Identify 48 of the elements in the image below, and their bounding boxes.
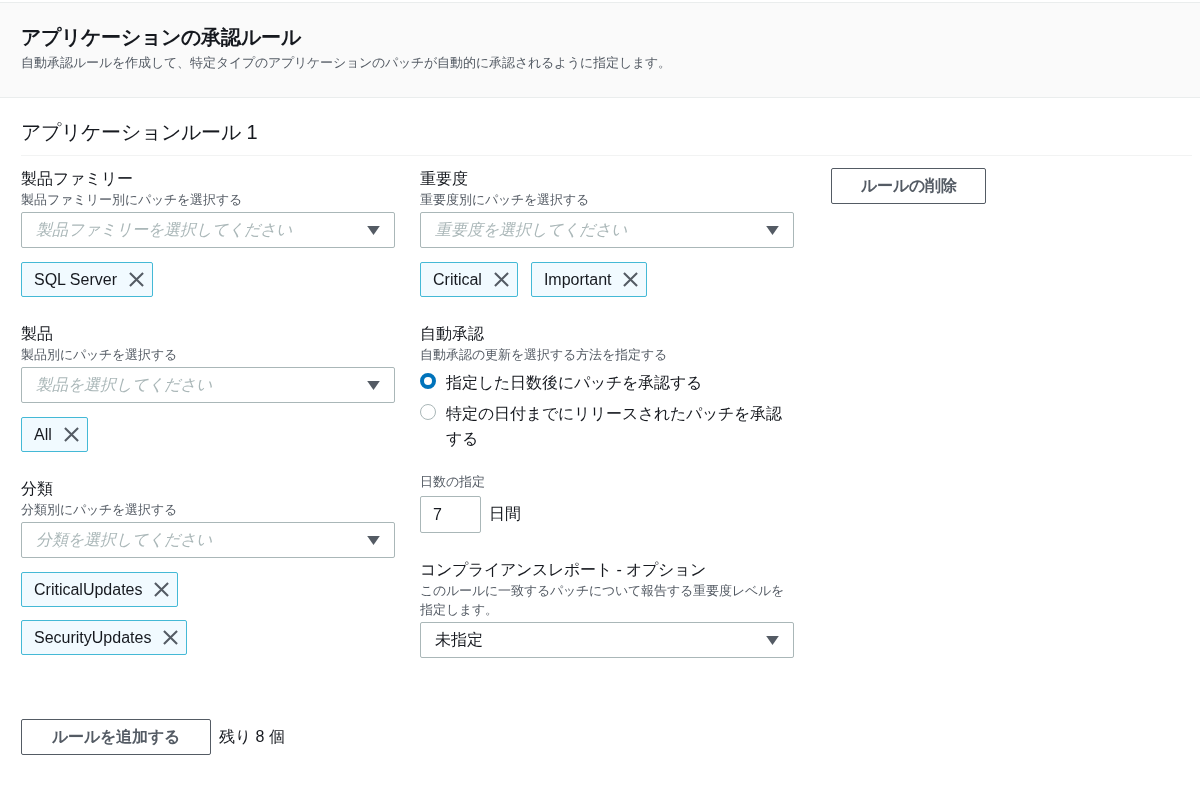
token-label: CriticalUpdates [34,580,143,599]
radio-button[interactable] [420,373,436,389]
placeholder-text: 分類を選択してください [36,529,212,550]
field-description: 自動承認の更新を選択する方法を指定する [420,346,668,364]
field-description: 製品ファミリー別にパッチを選択する [21,191,243,209]
radio-label: 特定の日付までにリリースされたパッチを承認する [446,404,783,449]
token-label: SQL Server [34,270,117,289]
close-icon[interactable] [163,630,179,645]
caret-icon [766,635,779,645]
placeholder-text: 製品ファミリーを選択してください [36,219,292,240]
rule-title: アプリケーションルール 1 [21,119,1192,156]
dropdown-field[interactable]: 未指定 [420,622,794,658]
close-icon[interactable] [623,272,639,287]
remaining-count: 残り 8 個 [219,726,285,747]
field-description: 重要度別にパッチを選択する [420,191,590,209]
page-title: アプリケーションの承認ルール [21,25,303,50]
token-label: Important [543,270,612,289]
token-label: SecurityUpdates [34,628,152,647]
field-label: コンプライアンスレポート - オプション [420,560,708,580]
field-label: 分類 [21,479,54,499]
delete-rule-button[interactable]: ルールの削除 [831,168,986,204]
close-icon[interactable] [129,272,144,287]
field-label: 日数の指定 [420,473,486,491]
field-label: 製品 [21,324,54,344]
add-rule-button[interactable]: ルールを追加する [21,719,211,755]
field-label: 製品ファミリー [21,169,134,189]
placeholder-text: 重要度を選択してください [435,219,627,240]
caret-icon [367,225,380,235]
field-description: 製品別にパッチを選択する [21,346,178,364]
close-icon[interactable] [154,582,170,597]
field-label: 重要度 [420,169,469,189]
token-label: All [34,425,52,444]
token-label: Critical [433,270,482,289]
close-icon[interactable] [63,427,79,442]
caret-icon [766,225,779,235]
radio-label: 指定した日数後にパッチを承認する [446,373,702,393]
field-label: 自動承認 [420,324,485,344]
field-description: 分類別にパッチを選択する [21,501,178,519]
selected-value: 未指定 [435,629,483,650]
caret-icon [367,380,380,390]
close-icon[interactable] [493,272,509,287]
number-input[interactable]: 7 [420,496,481,533]
radio-button[interactable] [420,404,436,420]
unit-label: 日間 [489,504,521,524]
page-description: 自動承認ルールを作成して、特定タイプのアプリケーションのパッチが自動的に承認されるように指定します。 [21,54,672,72]
placeholder-text: 製品を選択してください [36,374,212,395]
caret-icon [367,535,380,545]
field-description: このルールに一致するパッチについて報告する重要度レベルを指定します。 [420,582,785,619]
